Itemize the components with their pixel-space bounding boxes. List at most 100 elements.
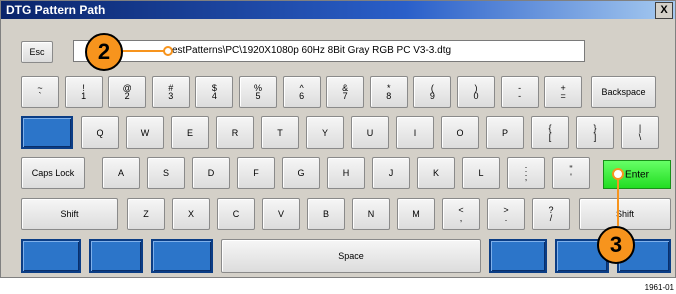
close-button[interactable]: X: [655, 2, 673, 19]
key-symbol-10[interactable]: " ': [552, 157, 590, 189]
key-symbol-6[interactable]: ^ 6: [282, 76, 321, 108]
key-u[interactable]: U: [351, 116, 389, 149]
key-symbol-2[interactable]: @2: [108, 76, 147, 108]
caps-lock-key[interactable]: Caps Lock: [21, 157, 85, 189]
key-label: Q: [96, 127, 104, 138]
key-label: D: [207, 168, 215, 178]
shift-left-key[interactable]: Shift: [21, 198, 118, 230]
key-c[interactable]: C: [217, 198, 255, 230]
key-symbol-12[interactable]: | \: [621, 116, 659, 149]
key-symbol-4[interactable]: $4: [195, 76, 234, 108]
key-n[interactable]: N: [352, 198, 390, 230]
key-label: F: [253, 168, 259, 178]
key-label: E: [186, 127, 193, 138]
key-symbol-11[interactable]: --: [500, 76, 539, 108]
key-base-char: ]: [593, 132, 597, 142]
window-title: DTG Pattern Path: [6, 3, 106, 17]
key-o[interactable]: O: [441, 116, 479, 149]
key-label: P: [501, 127, 508, 138]
key-p[interactable]: P: [486, 116, 524, 149]
key-label: R: [231, 127, 239, 138]
key-r[interactable]: R: [216, 116, 254, 149]
key-symbol-1[interactable]: ! 1: [64, 76, 103, 108]
shift-left-key-label: Shift: [60, 209, 79, 219]
key-symbol-5[interactable]: % 5: [239, 76, 277, 108]
key-symbol-8[interactable]: >.: [487, 198, 525, 230]
key-base-char: ;: [524, 172, 528, 182]
key-base-char: 9: [429, 91, 435, 101]
backspace-key-label: Backspace: [601, 87, 646, 97]
key-k[interactable]: K: [417, 157, 455, 189]
key-label: T: [277, 127, 283, 138]
key-symbol-0[interactable]: ~ `: [21, 76, 59, 108]
key-y[interactable]: Y: [306, 116, 344, 149]
function-key-3[interactable]: [151, 239, 213, 273]
key-symbol-3[interactable]: #3: [151, 76, 190, 108]
key-m[interactable]: M: [397, 198, 435, 230]
key-label: W: [140, 127, 150, 138]
key-label: X: [187, 209, 194, 219]
key-e[interactable]: E: [171, 116, 209, 149]
space-key-label: Space: [338, 251, 364, 261]
backspace-key[interactable]: Backspace: [591, 76, 656, 108]
shift-right-key-label: Shift: [615, 209, 634, 219]
key-label: S: [162, 168, 169, 178]
key-j[interactable]: J: [372, 157, 410, 189]
key-base-char: 7: [342, 91, 348, 101]
key-base-char: 2: [124, 91, 130, 101]
key-base-char: /: [549, 213, 553, 223]
caps-lock-key-label: Caps Lock: [31, 168, 75, 178]
space-key[interactable]: Space: [221, 239, 481, 273]
key-label: V: [277, 209, 284, 219]
key-symbol-10[interactable]: {[: [531, 116, 569, 149]
key-label: K: [432, 168, 439, 178]
key-base-char: =: [560, 91, 566, 101]
key-f[interactable]: F: [237, 157, 275, 189]
key-g[interactable]: G: [282, 157, 320, 189]
key-x[interactable]: X: [172, 198, 210, 230]
key-v[interactable]: V: [262, 198, 300, 230]
key-label: H: [342, 168, 350, 178]
key-z[interactable]: Z: [127, 198, 165, 230]
key-label: A: [117, 168, 124, 178]
dtg-pattern-path-window: DTG Pattern Path X Esc estPatterns\PC\19…: [0, 0, 676, 278]
key-label: G: [297, 168, 305, 178]
key-base-char: 3: [168, 91, 174, 101]
key-symbol-10[interactable]: ) 0: [457, 76, 495, 108]
key-symbol-11[interactable]: }]: [576, 116, 614, 149]
key-h[interactable]: H: [327, 157, 365, 189]
key-a[interactable]: A: [102, 157, 140, 189]
key-base-char: [: [548, 132, 552, 142]
tab-key-blank[interactable]: [21, 116, 73, 149]
shift-right-key[interactable]: Shift: [579, 198, 671, 230]
key-symbol-7[interactable]: & 7: [326, 76, 365, 108]
key-symbol-12[interactable]: + =: [544, 76, 583, 108]
key-b[interactable]: B: [307, 198, 345, 230]
key-d[interactable]: D: [192, 157, 230, 189]
function-key-2[interactable]: [89, 239, 143, 273]
key-base-char: ': [570, 172, 572, 182]
key-w[interactable]: W: [126, 116, 164, 149]
key-base-char: .: [504, 213, 508, 223]
key-symbol-9[interactable]: :;: [507, 157, 545, 189]
key-q[interactable]: Q: [81, 116, 119, 149]
title-bar: DTG Pattern Path X: [1, 1, 675, 19]
key-base-char: 4: [211, 91, 217, 101]
key-symbol-7[interactable]: <,: [442, 198, 480, 230]
key-i[interactable]: I: [396, 116, 434, 149]
key-label: N: [367, 209, 375, 219]
key-t[interactable]: T: [261, 116, 299, 149]
key-symbol-9[interactable]: (9: [413, 76, 452, 108]
function-key-4[interactable]: [489, 239, 547, 273]
key-base-char: 5: [255, 91, 261, 101]
key-base-char: ,: [459, 213, 463, 223]
esc-key[interactable]: Esc: [21, 41, 53, 63]
key-symbol-8[interactable]: * 8: [369, 76, 408, 108]
key-s[interactable]: S: [147, 157, 185, 189]
function-key-1[interactable]: [21, 239, 81, 273]
key-label: O: [456, 127, 464, 138]
key-base-char: 8: [386, 91, 392, 101]
key-l[interactable]: L: [462, 157, 500, 189]
key-symbol-9[interactable]: ? /: [532, 198, 570, 230]
key-label: B: [322, 209, 329, 219]
